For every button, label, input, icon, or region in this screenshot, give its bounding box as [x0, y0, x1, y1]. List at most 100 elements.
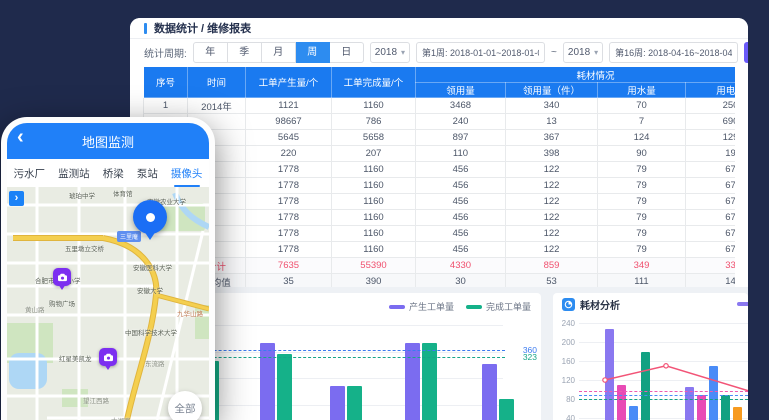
- table-cell: 79: [598, 162, 686, 178]
- bar-series-purple[interactable]: [685, 387, 694, 420]
- week-to-input[interactable]: [609, 42, 738, 63]
- map-label: 体育馆: [113, 188, 133, 198]
- table-row[interactable]: 177811604561227967: [144, 242, 736, 258]
- table-row[interactable]: 12014年11211160346834070250: [144, 98, 736, 114]
- table-cell: 1778: [246, 210, 332, 226]
- bar-series-purple[interactable]: [605, 329, 614, 420]
- map-label: 黄山路: [25, 304, 45, 314]
- period-option-季[interactable]: 季: [228, 42, 262, 63]
- phone-tab-泵站[interactable]: 泵站: [137, 160, 158, 187]
- legend-dash-cut: [737, 302, 748, 306]
- table-cell: 13: [506, 114, 598, 130]
- sub-column-header: 领用量: [416, 83, 506, 98]
- table-cell: 1: [144, 98, 188, 114]
- average-row: 平均值35390305311114: [144, 274, 736, 288]
- table-row[interactable]: 177811604561227967: [144, 194, 736, 210]
- table-cell: 122: [506, 242, 598, 258]
- table-cell: 220: [246, 146, 332, 162]
- table-cell: 1778: [246, 162, 332, 178]
- table-row[interactable]: 177811604561227967: [144, 226, 736, 242]
- week-from-input[interactable]: [416, 42, 545, 63]
- table-cell: 2014年: [188, 98, 246, 114]
- table-head: 序号时间工单产生量/个工单完成量/个耗材情况领用量领用量（件）用水量用电量: [144, 67, 736, 98]
- map-label: 安徽大学: [137, 285, 163, 295]
- map-expand-icon[interactable]: ›: [9, 191, 24, 206]
- bar-产生工单量[interactable]: [482, 364, 497, 420]
- bar-series-blue[interactable]: [709, 366, 718, 420]
- camera-icon: [57, 273, 68, 282]
- reference-line-label: 323: [523, 352, 537, 362]
- table-cell: 122: [506, 162, 598, 178]
- year-from-select[interactable]: 2018 ▾: [370, 42, 410, 63]
- period-option-年[interactable]: 年: [193, 42, 228, 63]
- bar-完成工单量[interactable]: [499, 399, 514, 420]
- bar-产生工单量[interactable]: [330, 386, 345, 420]
- phone-tab-摄像头[interactable]: 摄像头: [171, 160, 203, 187]
- reference-line: [579, 391, 748, 392]
- table-cell: 1778: [246, 178, 332, 194]
- table-cell: 5645: [246, 130, 332, 146]
- table-cell: 70: [598, 98, 686, 114]
- map-view[interactable]: › 全部 琥珀中学体育馆安徽农业大学三里庵五里墩立交桥安徽医科大学合肥市宁溪小学…: [7, 187, 209, 420]
- average-cell: 111: [598, 274, 686, 288]
- table-cell: 456: [416, 226, 506, 242]
- column-header: 工单产生量/个: [246, 67, 332, 98]
- table-cell: 79: [598, 226, 686, 242]
- table-cell: 1778: [246, 194, 332, 210]
- back-icon[interactable]: ‹: [17, 126, 24, 149]
- bar-完成工单量[interactable]: [347, 386, 362, 420]
- period-option-周[interactable]: 周: [296, 42, 330, 63]
- table-row[interactable]: 2202071103989019: [144, 146, 736, 162]
- table-cell: 67: [686, 162, 736, 178]
- breadcrumb: 数据统计 / 维修报表: [130, 18, 748, 39]
- table-cell: 340: [506, 98, 598, 114]
- table-row[interactable]: 177811604561227967: [144, 162, 736, 178]
- legend-item[interactable]: 完成工单量: [466, 300, 531, 313]
- bar-series-green[interactable]: [641, 352, 650, 420]
- location-pin-icon[interactable]: [133, 200, 167, 234]
- table-cell: 7: [598, 114, 686, 130]
- total-cell: 55390: [332, 258, 416, 274]
- bar-产生工单量[interactable]: [405, 343, 420, 420]
- y-axis-tick: 120: [555, 376, 575, 385]
- bar-series-orange[interactable]: [733, 407, 742, 420]
- range-separator: ~: [551, 47, 557, 58]
- total-cell: 4330: [416, 258, 506, 274]
- map-label: 太湖路: [111, 415, 131, 420]
- map-label: 三里庵: [117, 231, 141, 242]
- query-button[interactable]: 查询: [744, 42, 748, 63]
- table-cell: 786: [332, 114, 416, 130]
- table-cell: 79: [598, 194, 686, 210]
- table-cell: 1160: [332, 178, 416, 194]
- table-row[interactable]: 177811604561227967: [144, 210, 736, 226]
- bar-完成工单量[interactable]: [422, 343, 437, 420]
- table-cell: 1778: [246, 242, 332, 258]
- table-row[interactable]: 56455658897367124129: [144, 130, 736, 146]
- bar-series-blue[interactable]: [629, 406, 638, 420]
- bar-产生工单量[interactable]: [260, 343, 275, 420]
- phone-tab-桥梁[interactable]: 桥梁: [103, 160, 124, 187]
- period-option-日[interactable]: 日: [330, 42, 364, 63]
- all-filter-button[interactable]: 全部: [168, 391, 202, 420]
- camera-marker-icon[interactable]: [99, 348, 117, 366]
- phone-tab-监测站[interactable]: 监测站: [58, 160, 90, 187]
- camera-marker-icon[interactable]: [53, 268, 71, 286]
- table-cell: 67: [686, 210, 736, 226]
- table-row[interactable]: 98667786240137690: [144, 114, 736, 130]
- table-cell: 122: [506, 210, 598, 226]
- reference-line: [579, 395, 748, 396]
- y-axis-tick: 40: [555, 414, 575, 420]
- legend-item[interactable]: 产生工单量: [389, 300, 454, 313]
- table-cell: 367: [506, 130, 598, 146]
- average-cell: 35: [246, 274, 332, 288]
- bar-完成工单量[interactable]: [277, 354, 292, 420]
- table-body: 12014年1121116034683407025098667786240137…: [144, 98, 736, 288]
- map-label: 九华山路: [177, 308, 203, 318]
- table-row[interactable]: 177811604561227967: [144, 178, 736, 194]
- period-option-月[interactable]: 月: [262, 42, 296, 63]
- table-cell: 122: [506, 226, 598, 242]
- year-to-select[interactable]: 2018 ▾: [563, 42, 603, 63]
- table-cell: 1160: [332, 194, 416, 210]
- legend-label: 产生工单量: [409, 300, 454, 313]
- phone-tab-污水厂[interactable]: 污水厂: [14, 160, 46, 187]
